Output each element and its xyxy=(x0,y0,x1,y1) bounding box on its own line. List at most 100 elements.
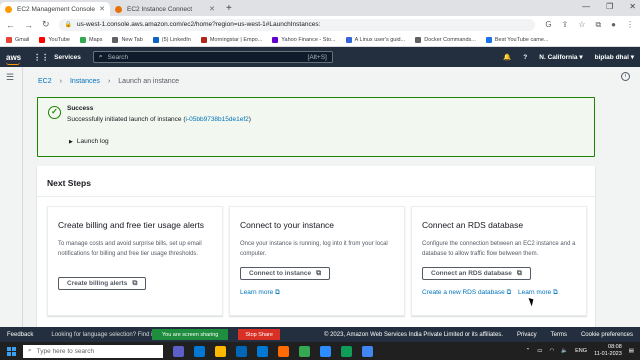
chrome-profile-icon[interactable] xyxy=(362,345,373,357)
share-icon[interactable]: ⇪ xyxy=(562,20,569,30)
stop-share-button[interactable]: Stop Share xyxy=(238,329,280,340)
sheets-icon[interactable] xyxy=(341,345,352,357)
bookmark-linkedin[interactable]: (5) LinkedIn xyxy=(152,36,191,43)
bookmark-new-tab[interactable]: New Tab xyxy=(112,36,143,43)
copyright-text: © 2023, Amazon Web Services India Privat… xyxy=(324,331,503,338)
nav-right: 🔔 ? N. California ▾ biplab dhal ▾ xyxy=(503,53,634,62)
taskbar-search-input[interactable]: ⌕ Type here to search xyxy=(23,344,163,358)
aws-logo[interactable]: aws xyxy=(6,53,21,65)
menu-kebab-icon[interactable]: ⋮ xyxy=(626,20,634,30)
bookmark-linux-guide[interactable]: A Linux user's guid... xyxy=(345,36,405,43)
close-tab-icon[interactable]: ✕ xyxy=(209,5,215,13)
url-text: us-west-1.console.aws.amazon.com/ec2/hom… xyxy=(77,21,321,28)
panel-divider xyxy=(37,196,595,197)
wifi-icon[interactable]: ◠ xyxy=(549,348,554,354)
clock-time: 08:08 xyxy=(608,344,622,350)
close-window-icon[interactable]: ✕ xyxy=(629,2,636,11)
bookmark-gmail[interactable]: Gmail xyxy=(6,36,29,43)
clock-date: 11-01-2023 xyxy=(594,351,622,357)
breadcrumb-instances[interactable]: Instances xyxy=(70,78,100,85)
create-rds-database-link[interactable]: Create a new RDS database ⧉ xyxy=(422,289,511,297)
aws-favicon-icon xyxy=(115,5,122,13)
account-menu[interactable]: biplab dhal ▾ xyxy=(595,53,634,61)
yahoo-icon xyxy=(272,36,279,43)
launch-log-expander[interactable]: ▶ Launch log xyxy=(69,138,109,145)
language-indicator[interactable]: ENG xyxy=(575,348,587,354)
chevron-up-icon[interactable]: ⌃ xyxy=(526,348,531,354)
battery-icon[interactable]: ▭ xyxy=(537,348,542,354)
info-icon[interactable]: i xyxy=(621,72,630,81)
minimize-icon[interactable]: — xyxy=(582,2,590,11)
notifications-icon[interactable]: ▤ xyxy=(629,348,634,354)
breadcrumb-ec2[interactable]: EC2 xyxy=(38,78,52,85)
bookmark-youtube[interactable]: YouTube xyxy=(39,36,70,43)
screen-sharing-indicator: You are screen sharing xyxy=(152,329,229,340)
taskbar-apps xyxy=(173,345,373,357)
bookmark-youtube-camera[interactable]: Best YouTube came... xyxy=(485,36,548,43)
feedback-link[interactable]: Feedback xyxy=(7,332,33,338)
zoom-icon[interactable] xyxy=(320,345,331,357)
learn-more-link[interactable]: Learn more ⧉ xyxy=(518,289,558,297)
bookmark-yahoo-finance[interactable]: Yahoo Finance - Sto... xyxy=(272,36,336,43)
caret-right-icon: ▶ xyxy=(69,139,73,145)
forward-arrow-icon[interactable]: → xyxy=(24,20,33,30)
chrome-icon[interactable] xyxy=(299,345,310,357)
aws-top-nav: aws ⋮⋮ Services ⌕ Search [Alt+S] 🔔 ? N. … xyxy=(0,47,640,67)
search-placeholder: Search xyxy=(107,53,129,61)
linkedin-icon xyxy=(152,36,159,43)
bookmark-morningstar[interactable]: Morningstar | Empo... xyxy=(200,36,262,43)
terms-link[interactable]: Terms xyxy=(551,332,567,338)
edge-icon[interactable] xyxy=(194,345,205,357)
external-link-icon: ⧉ xyxy=(132,279,138,287)
bookmark-star-icon[interactable]: ☆ xyxy=(578,20,585,30)
external-link-icon: ⧉ xyxy=(516,269,522,277)
window-controls: — ❐ ✕ xyxy=(582,2,636,11)
mail-icon[interactable] xyxy=(257,345,268,357)
alert-title: Success xyxy=(67,105,94,112)
close-tab-icon[interactable]: ✕ xyxy=(99,5,105,13)
learn-more-link[interactable]: Learn more ⧉ xyxy=(240,289,280,297)
privacy-link[interactable]: Privacy xyxy=(517,332,537,338)
file-explorer-icon[interactable] xyxy=(215,345,226,357)
browser-tab-ec2[interactable]: EC2 Management Console ✕ xyxy=(0,2,110,16)
notifications-bell-icon[interactable]: 🔔 xyxy=(503,53,511,61)
firefox-icon[interactable] xyxy=(278,345,289,357)
task-view-icon[interactable] xyxy=(173,345,184,357)
help-icon[interactable]: ? xyxy=(523,54,527,61)
profile-icon[interactable]: ● xyxy=(611,20,616,30)
store-icon[interactable] xyxy=(236,345,247,357)
breadcrumb-current: Launch an instance xyxy=(118,78,179,85)
footer-links: © 2023, Amazon Web Services India Privat… xyxy=(324,332,633,338)
url-field[interactable]: 🔒 us-west-1.console.aws.amazon.com/ec2/h… xyxy=(58,18,536,31)
lock-icon: 🔒 xyxy=(64,22,73,28)
restore-icon[interactable]: ❐ xyxy=(606,2,613,11)
clock[interactable]: 08:08 11-01-2023 xyxy=(594,344,622,358)
reload-icon[interactable]: ↻ xyxy=(42,19,50,30)
google-icon[interactable]: G xyxy=(545,20,551,30)
tab-label: EC2 Management Console xyxy=(17,5,96,13)
bookmark-maps[interactable]: Maps xyxy=(80,36,102,43)
docker-icon xyxy=(415,36,422,43)
hamburger-menu-icon[interactable]: ☰ xyxy=(6,72,14,83)
back-arrow-icon[interactable]: ← xyxy=(6,20,15,30)
gmail-icon xyxy=(6,36,12,43)
region-selector[interactable]: N. California ▾ xyxy=(539,53,582,61)
new-tab-button[interactable]: + xyxy=(226,3,232,14)
system-tray: ⌃ ▭ ◠ 🔈 ENG 08:08 11-01-2023 ▤ xyxy=(526,344,640,358)
browser-tab-instance-connect[interactable]: EC2 Instance Connect ✕ xyxy=(110,2,220,16)
search-input[interactable]: ⌕ Search [Alt+S] xyxy=(92,51,333,63)
cookie-preferences-link[interactable]: Cookie preferences xyxy=(581,332,633,338)
external-link-icon: ⧉ xyxy=(316,269,322,277)
volume-icon[interactable]: 🔈 xyxy=(561,348,568,354)
connect-to-instance-button[interactable]: Connect to instance ⧉ xyxy=(240,267,331,280)
instance-id-link[interactable]: i-05bb9738b15de1ef2 xyxy=(186,116,249,123)
services-menu[interactable]: ⋮⋮ Services xyxy=(33,53,81,62)
connect-rds-database-button[interactable]: Connect an RDS database ⧉ xyxy=(422,267,531,280)
bookmark-docker[interactable]: Docker Commands... xyxy=(415,36,476,43)
windows-start-icon[interactable] xyxy=(7,346,16,356)
external-link-icon: ⧉ xyxy=(275,289,280,296)
extensions-icon[interactable]: ⧉ xyxy=(595,20,601,30)
card-description: Configure the connection between an EC2 … xyxy=(422,241,576,257)
create-billing-alerts-button[interactable]: Create billing alerts ⧉ xyxy=(58,277,147,290)
card-title: Connect to your instance xyxy=(240,220,335,230)
